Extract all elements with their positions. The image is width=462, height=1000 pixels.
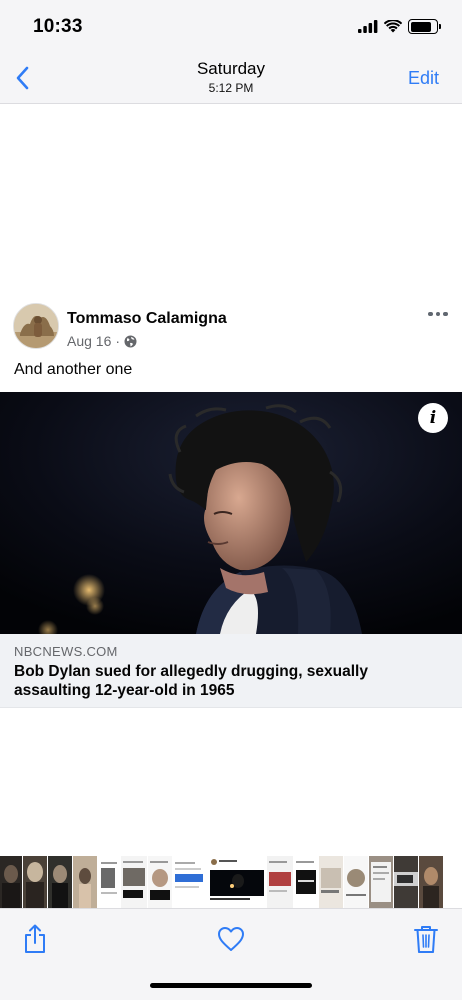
news-photo bbox=[0, 392, 462, 634]
thumbnail[interactable] bbox=[48, 856, 72, 908]
status-time: 10:33 bbox=[33, 16, 83, 37]
more-options-button[interactable] bbox=[426, 308, 450, 320]
heart-icon bbox=[218, 927, 244, 951]
nav-title: Saturday 5:12 PM bbox=[0, 59, 462, 95]
edit-button[interactable]: Edit bbox=[408, 68, 439, 89]
share-button[interactable] bbox=[20, 923, 50, 955]
nav-day: Saturday bbox=[196, 59, 266, 78]
thumbnail-strip[interactable] bbox=[0, 856, 462, 908]
home-indicator[interactable] bbox=[150, 983, 312, 988]
status-bar: 10:33 bbox=[0, 0, 462, 54]
thumbnail[interactable] bbox=[267, 856, 293, 908]
post-date[interactable]: Aug 16 bbox=[67, 333, 111, 349]
link-caption[interactable]: NBCNEWS.COM Bob Dylan sued for allegedly… bbox=[0, 634, 462, 708]
link-domain: NBCNEWS.COM bbox=[14, 644, 118, 659]
globe-icon bbox=[124, 335, 137, 347]
share-icon bbox=[25, 924, 45, 953]
thumbnail[interactable] bbox=[294, 856, 318, 908]
nav-bar: Saturday 5:12 PM Edit bbox=[0, 54, 462, 104]
thumbnail[interactable] bbox=[121, 856, 147, 908]
link-title: Bob Dylan sued for allegedly drugging, s… bbox=[14, 663, 368, 699]
more-dot-icon bbox=[435, 311, 441, 317]
nav-time: 5:12 PM bbox=[208, 81, 254, 95]
thumbnail[interactable] bbox=[208, 856, 266, 908]
thumbnail[interactable] bbox=[419, 856, 443, 908]
favorite-button[interactable] bbox=[216, 923, 246, 955]
thumbnail[interactable] bbox=[344, 856, 368, 908]
link-preview-image[interactable]: i bbox=[0, 392, 462, 634]
delete-button[interactable] bbox=[411, 923, 441, 955]
thumbnail[interactable] bbox=[369, 856, 393, 908]
thumbnail[interactable] bbox=[73, 856, 97, 908]
thumbnail[interactable] bbox=[23, 856, 47, 908]
cellular-signal-icon bbox=[358, 20, 378, 33]
more-dot-icon bbox=[428, 311, 433, 317]
post-text: And another one bbox=[14, 361, 133, 378]
post-meta: Aug 16 · bbox=[67, 333, 137, 349]
post-header: Tommaso Calamigna Aug 16 · bbox=[0, 298, 462, 354]
info-button[interactable]: i bbox=[418, 403, 448, 433]
thumbnail[interactable] bbox=[98, 856, 120, 908]
avatar-image bbox=[14, 304, 58, 348]
thumbnail[interactable] bbox=[173, 856, 207, 908]
trash-icon bbox=[414, 926, 438, 953]
thumbnail[interactable] bbox=[0, 856, 22, 908]
poster-name[interactable]: Tommaso Calamigna bbox=[67, 310, 227, 328]
status-icons bbox=[358, 19, 441, 34]
avatar[interactable] bbox=[13, 303, 59, 349]
thumbnail[interactable] bbox=[394, 856, 418, 908]
wifi-icon bbox=[384, 20, 402, 33]
meta-separator: · bbox=[115, 333, 121, 349]
thumbnail[interactable] bbox=[319, 856, 343, 908]
battery-level bbox=[410, 21, 431, 32]
battery-icon bbox=[408, 19, 441, 34]
thumbnail[interactable] bbox=[148, 856, 172, 908]
more-dot-icon bbox=[443, 311, 448, 317]
